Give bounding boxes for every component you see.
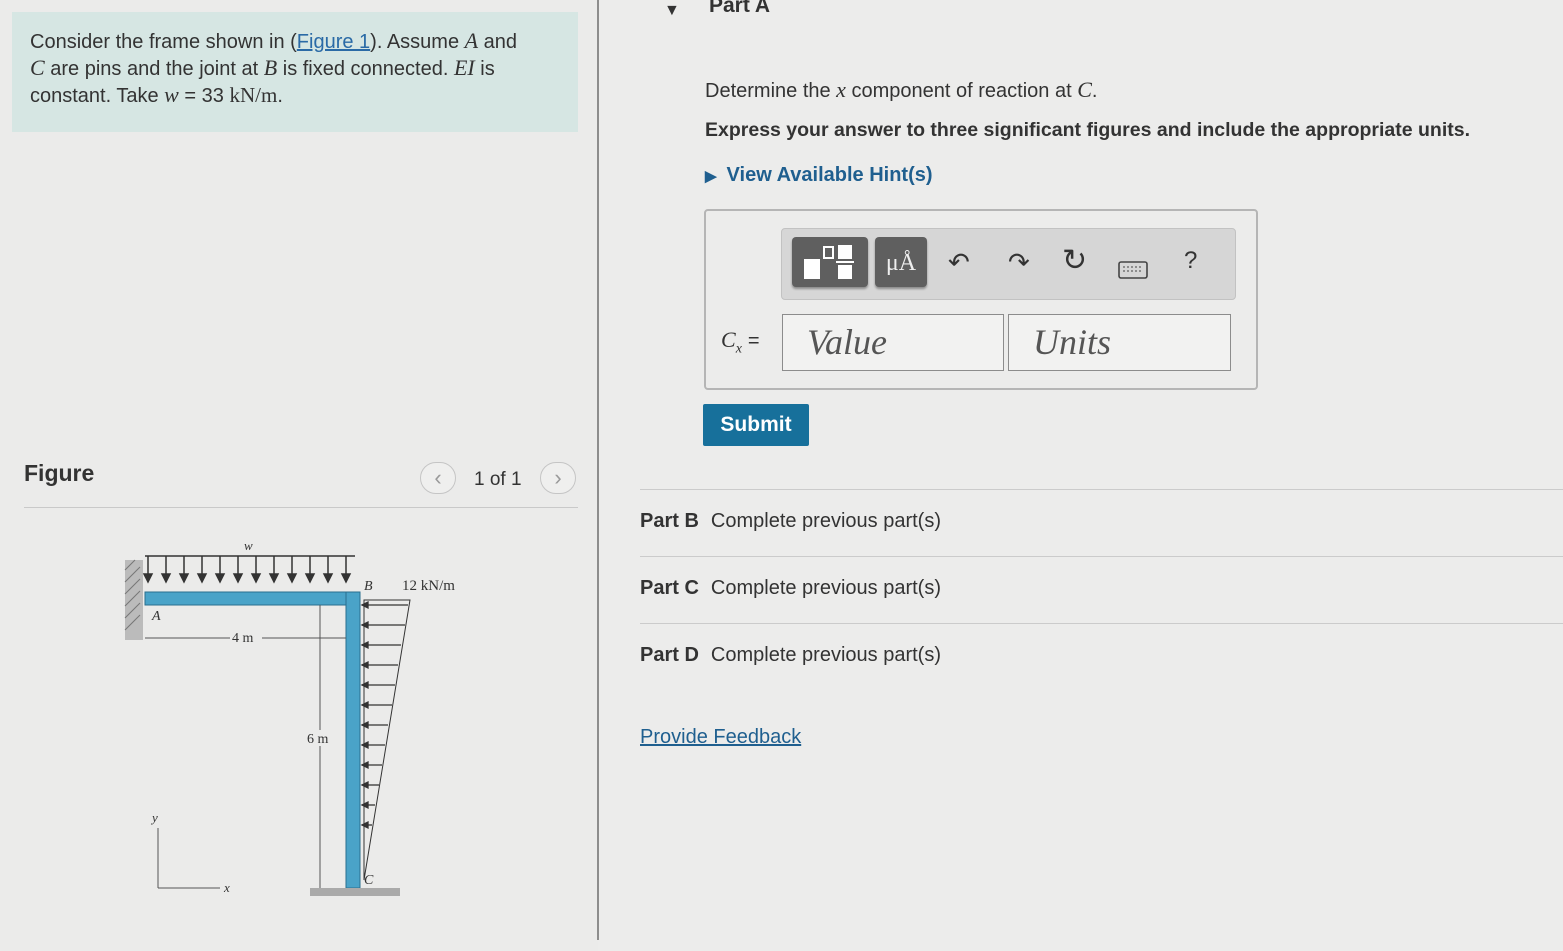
problem-text: constant. Take [30, 85, 165, 107]
prev-figure-button[interactable]: ‹ [420, 462, 456, 494]
provide-feedback-link[interactable]: Provide Feedback [640, 726, 801, 749]
w-load-arrows [142, 556, 352, 584]
answer-equals: = [747, 330, 760, 352]
ground-support-c [310, 888, 400, 896]
templates-icon [804, 245, 854, 279]
figure-divider [24, 507, 578, 508]
var-c: C [1077, 77, 1092, 102]
redo-icon[interactable]: ↷ [1008, 247, 1030, 278]
problem-text: . [277, 85, 283, 107]
figure-heading: Figure [24, 460, 95, 486]
part-a-title[interactable]: Part A [709, 0, 770, 18]
panel-divider [597, 0, 599, 940]
divider [640, 556, 1563, 557]
triangular-load-arrows [360, 600, 408, 830]
problem-text: and [478, 31, 518, 53]
chevron-right-icon: › [554, 465, 562, 490]
chevron-left-icon: ‹ [434, 465, 442, 490]
units-text: kN/m [229, 83, 278, 107]
math-toolbar: μÅ ↶ ↷ ↻ ? [781, 228, 1236, 300]
instruction-text: Express your answer to three significant… [705, 119, 1470, 141]
problem-text: is [474, 58, 495, 80]
label-load: 12 kN/m [402, 578, 455, 594]
part-b-row: Part B Complete previous part(s) [640, 510, 941, 533]
label-a: A [151, 609, 161, 624]
part-c-title: Part C [640, 577, 699, 599]
problem-text: are pins and the joint at [44, 58, 264, 80]
units-button[interactable]: μÅ [875, 237, 927, 287]
problem-statement: Consider the frame shown in (Figure 1). … [12, 12, 578, 132]
undo-icon[interactable]: ↶ [948, 247, 970, 278]
triangular-load-outline [363, 599, 411, 881]
answer-var: C [721, 327, 736, 352]
part-c-row: Part C Complete previous part(s) [640, 577, 941, 600]
problem-text: = 33 [178, 85, 230, 107]
problem-text: ). Assume [370, 31, 465, 53]
answer-label: Cx = [721, 327, 760, 357]
var-x: x [836, 77, 846, 102]
figure-link[interactable]: Figure 1 [297, 31, 370, 53]
question-part: Determine the [705, 80, 837, 102]
label-b: B [364, 579, 373, 594]
problem-panel: Consider the frame shown in (Figure 1). … [0, 0, 598, 951]
question-text: Determine the x component of reaction at… [705, 77, 1097, 103]
units-input[interactable]: Units [1008, 314, 1231, 371]
keyboard-icon[interactable] [1118, 255, 1148, 286]
divider [640, 623, 1563, 624]
frame-figure: w B A 12 kN/m 4 m 6 m C y x [124, 538, 455, 896]
templates-button[interactable] [792, 237, 868, 287]
member-ab [144, 591, 361, 606]
part-b-title: Part B [640, 510, 699, 532]
label-span: 4 m [232, 631, 254, 646]
var-b: B [263, 55, 278, 80]
hints-label: View Available Hint(s) [726, 164, 933, 186]
label-y: y [150, 810, 158, 825]
var-a: A [464, 28, 479, 53]
var-c: C [30, 55, 45, 80]
part-d-title: Part D [640, 644, 699, 666]
reset-icon[interactable]: ↻ [1062, 243, 1087, 278]
collapse-triangle-icon[interactable]: ▼ [664, 2, 680, 20]
play-triangle-icon: ▶ [705, 168, 717, 185]
label-height: 6 m [307, 732, 329, 747]
var-w: w [164, 82, 179, 107]
part-d-status: Complete previous part(s) [710, 644, 941, 666]
help-button[interactable]: ? [1184, 247, 1197, 275]
label-w: w [244, 538, 253, 553]
part-c-status: Complete previous part(s) [710, 577, 941, 599]
label-c: C [364, 873, 374, 888]
answer-sub: x [735, 341, 742, 357]
member-bc [345, 591, 361, 889]
question-part: component of reaction at [845, 80, 1078, 102]
question-part: . [1091, 80, 1098, 102]
divider [640, 489, 1563, 490]
submit-button[interactable]: Submit [703, 404, 809, 446]
problem-text: Consider the frame shown in ( [30, 31, 297, 53]
next-figure-button[interactable]: › [540, 462, 576, 494]
label-x: x [223, 880, 230, 895]
problem-text: is fixed connected. [277, 58, 454, 80]
value-input[interactable]: Value [782, 314, 1004, 371]
view-hints-toggle[interactable]: ▶ View Available Hint(s) [705, 164, 933, 187]
figure-page-count: 1 of 1 [474, 469, 522, 490]
part-b-status: Complete previous part(s) [710, 510, 941, 532]
part-d-row: Part D Complete previous part(s) [640, 644, 941, 667]
var-ei: EI [453, 55, 475, 80]
